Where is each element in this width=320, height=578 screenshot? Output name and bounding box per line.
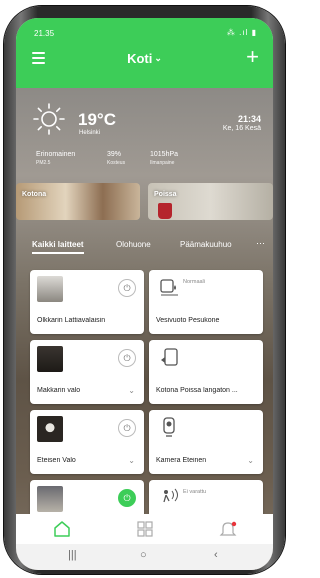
pressure-label: Ilmanpaine (150, 160, 175, 166)
home-selector[interactable]: Koti ⌄ (16, 51, 273, 66)
weather-panel: 19°C Helsinki 21:34 Ke, 16 Kesä Erinomai… (16, 88, 273, 188)
device-card[interactable]: Kamera Eteinen ⌄ (149, 410, 263, 474)
city: Helsinki (79, 130, 101, 136)
chevron-down-icon: ⌄ (154, 53, 162, 63)
device-image (37, 346, 63, 372)
date: Ke, 16 Kesä (222, 125, 261, 132)
room-tabs: Kaikki laitteet Olohuone Päämakuuhuo ⋯ (16, 236, 273, 258)
power-icon[interactable]: ⏻ (118, 489, 136, 507)
tab-living-room[interactable]: Olohuone (116, 240, 151, 249)
wireless-switch-icon (161, 348, 178, 366)
device-status: Ei varattu (183, 489, 207, 495)
clock: 21:34 (237, 114, 261, 124)
bottom-navigation (16, 514, 273, 544)
app-screen: 21.35 ⁂ .ıl ▮ Koti ⌄ + 19°C Helsinki 21:3… (16, 18, 273, 570)
home-title: Koti (127, 51, 153, 66)
chevron-down-icon[interactable]: ⌄ (247, 456, 254, 465)
scene-image (158, 203, 172, 219)
device-status: Normaali (183, 279, 206, 285)
air-quality-value: Erinomainen (36, 151, 76, 158)
home-icon[interactable] (52, 520, 72, 538)
device-image (37, 276, 63, 302)
device-card[interactable]: Kotona Poissa langaton ... (149, 340, 263, 404)
chevron-down-icon[interactable]: ⌄ (128, 386, 135, 395)
device-image (37, 416, 63, 442)
scene-poissa[interactable]: Poissa (148, 183, 273, 220)
sun-icon (33, 103, 65, 135)
air-quality-label: PM2.5 (36, 160, 51, 166)
device-card[interactable]: ⏻ Olkkarin Lattiavalaisin (30, 270, 144, 334)
water-leak-sensor-icon (160, 279, 178, 296)
bell-icon[interactable] (218, 520, 238, 538)
camera-icon (163, 417, 175, 437)
device-card[interactable]: ⏻ Makkarin valo ⌄ (30, 340, 144, 404)
device-name: Olkkarin Lattiavalaisin (37, 317, 106, 324)
chevron-down-icon[interactable]: ⌄ (128, 456, 135, 465)
power-icon[interactable]: ⏻ (118, 349, 136, 367)
device-card[interactable]: ⏻ Eteisen Valo ⌄ (30, 410, 144, 474)
back-button[interactable]: ‹ (214, 549, 218, 561)
more-tabs-icon[interactable]: ⋯ (256, 238, 265, 249)
temperature: 19°C (78, 110, 116, 129)
humidity-value: 39% (107, 151, 122, 158)
device-name: Eteisen Valo (37, 457, 76, 464)
system-navigation: ||| ○ ‹ (16, 544, 273, 570)
status-icons: ⁂ .ıl ▮ (226, 28, 257, 37)
plus-icon[interactable]: + (246, 46, 259, 68)
scene-label: Poissa (154, 191, 177, 198)
device-name: Vesivuoto Pesukone (156, 317, 220, 324)
device-name: Kamera Eteinen (156, 457, 207, 464)
pressure-value: 1015hPa (150, 151, 179, 158)
power-icon[interactable]: ⏻ (118, 279, 136, 297)
tab-all-devices[interactable]: Kaikki laitteet (32, 240, 84, 254)
air-quality: Erinomainen PM2.5 (36, 151, 75, 166)
top-bar: 21.35 ⁂ .ıl ▮ Koti ⌄ + (16, 18, 273, 88)
system-home-button[interactable]: ○ (140, 549, 147, 561)
device-image (37, 486, 63, 512)
recents-button[interactable]: ||| (68, 549, 77, 561)
motion-sensor-icon (163, 488, 178, 503)
grid-icon[interactable] (135, 520, 155, 538)
tab-master-bedroom[interactable]: Päämakuuhuo (180, 240, 232, 249)
device-name: Makkarin valo (37, 387, 81, 394)
home-dashboard: 19°C Helsinki 21:34 Ke, 16 Kesä Erinomai… (16, 88, 273, 570)
humidity: 39% Kosteus (107, 151, 125, 166)
scene-label: Kotona (22, 191, 47, 198)
scene-kotona[interactable]: Kotona (16, 183, 140, 220)
pressure: 1015hPa Ilmanpaine (150, 151, 178, 166)
power-icon[interactable]: ⏻ (118, 419, 136, 437)
status-time: 21.35 (34, 29, 55, 38)
device-name: Kotona Poissa langaton ... (156, 387, 238, 394)
humidity-label: Kosteus (107, 160, 126, 166)
device-card[interactable]: Normaali Vesivuoto Pesukone (149, 270, 263, 334)
